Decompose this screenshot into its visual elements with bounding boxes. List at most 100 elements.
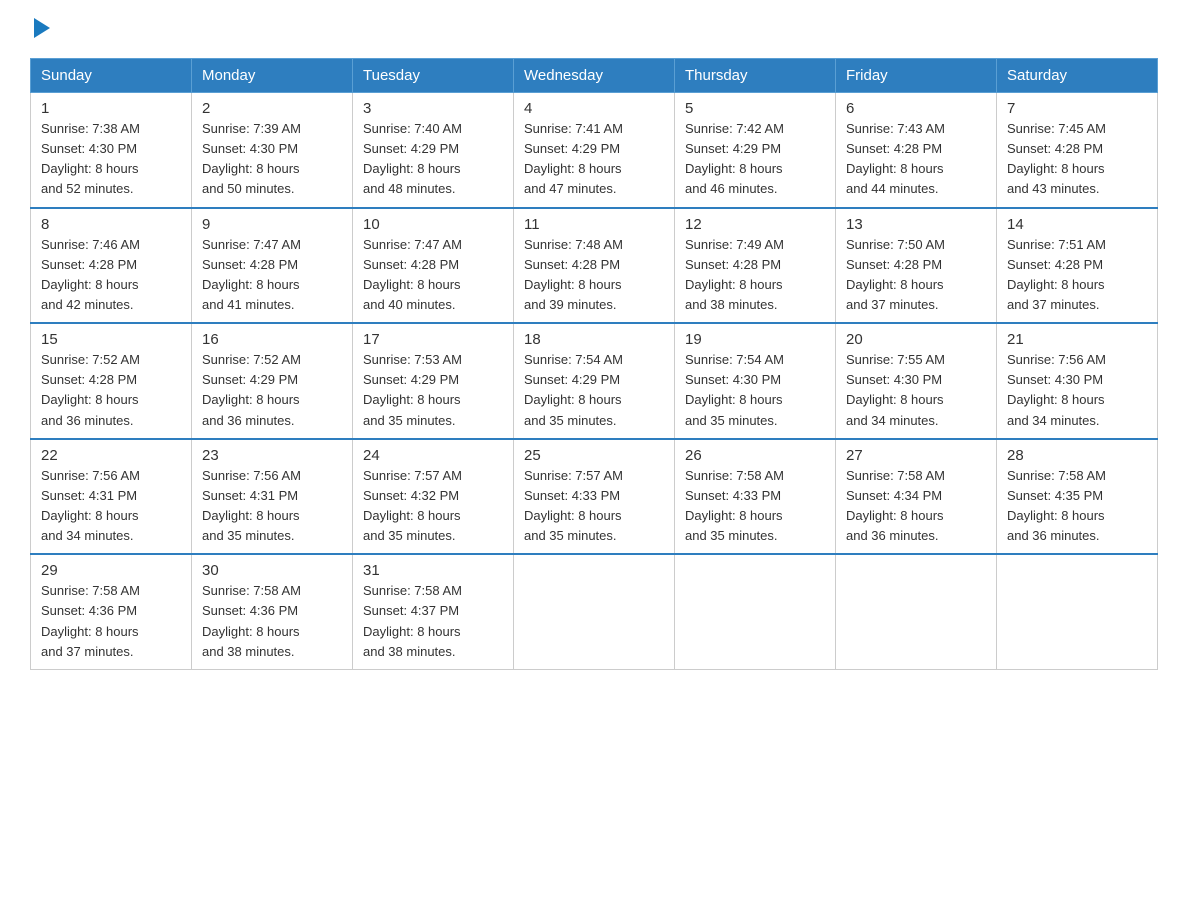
day-number: 26 — [685, 447, 825, 464]
day-cell: 27 Sunrise: 7:58 AM Sunset: 4:34 PM Dayl… — [836, 439, 997, 555]
day-number: 14 — [1007, 216, 1147, 233]
col-header-friday: Friday — [836, 59, 997, 93]
day-info: Sunrise: 7:38 AM Sunset: 4:30 PM Dayligh… — [41, 119, 181, 200]
day-cell: 23 Sunrise: 7:56 AM Sunset: 4:31 PM Dayl… — [192, 439, 353, 555]
logo[interactable] — [30, 20, 50, 40]
day-number: 18 — [524, 331, 664, 348]
day-info: Sunrise: 7:58 AM Sunset: 4:34 PM Dayligh… — [846, 466, 986, 547]
day-info: Sunrise: 7:41 AM Sunset: 4:29 PM Dayligh… — [524, 119, 664, 200]
day-number: 11 — [524, 216, 664, 233]
day-cell: 29 Sunrise: 7:58 AM Sunset: 4:36 PM Dayl… — [31, 554, 192, 669]
day-cell: 18 Sunrise: 7:54 AM Sunset: 4:29 PM Dayl… — [514, 323, 675, 439]
day-number: 31 — [363, 562, 503, 579]
day-info: Sunrise: 7:46 AM Sunset: 4:28 PM Dayligh… — [41, 235, 181, 316]
day-info: Sunrise: 7:47 AM Sunset: 4:28 PM Dayligh… — [363, 235, 503, 316]
day-info: Sunrise: 7:51 AM Sunset: 4:28 PM Dayligh… — [1007, 235, 1147, 316]
day-info: Sunrise: 7:53 AM Sunset: 4:29 PM Dayligh… — [363, 350, 503, 431]
day-info: Sunrise: 7:56 AM Sunset: 4:31 PM Dayligh… — [41, 466, 181, 547]
day-number: 30 — [202, 562, 342, 579]
day-number: 21 — [1007, 331, 1147, 348]
day-cell — [514, 554, 675, 669]
col-header-tuesday: Tuesday — [353, 59, 514, 93]
col-header-saturday: Saturday — [997, 59, 1158, 93]
day-cell: 30 Sunrise: 7:58 AM Sunset: 4:36 PM Dayl… — [192, 554, 353, 669]
day-cell: 31 Sunrise: 7:58 AM Sunset: 4:37 PM Dayl… — [353, 554, 514, 669]
day-number: 22 — [41, 447, 181, 464]
day-number: 6 — [846, 100, 986, 117]
day-cell: 7 Sunrise: 7:45 AM Sunset: 4:28 PM Dayli… — [997, 93, 1158, 208]
day-cell: 6 Sunrise: 7:43 AM Sunset: 4:28 PM Dayli… — [836, 93, 997, 208]
day-number: 7 — [1007, 100, 1147, 117]
day-number: 29 — [41, 562, 181, 579]
day-cell: 24 Sunrise: 7:57 AM Sunset: 4:32 PM Dayl… — [353, 439, 514, 555]
day-number: 15 — [41, 331, 181, 348]
day-info: Sunrise: 7:58 AM Sunset: 4:37 PM Dayligh… — [363, 581, 503, 662]
day-info: Sunrise: 7:52 AM Sunset: 4:28 PM Dayligh… — [41, 350, 181, 431]
day-cell — [836, 554, 997, 669]
day-number: 8 — [41, 216, 181, 233]
day-cell: 16 Sunrise: 7:52 AM Sunset: 4:29 PM Dayl… — [192, 323, 353, 439]
day-number: 20 — [846, 331, 986, 348]
day-number: 16 — [202, 331, 342, 348]
day-cell: 28 Sunrise: 7:58 AM Sunset: 4:35 PM Dayl… — [997, 439, 1158, 555]
day-cell: 14 Sunrise: 7:51 AM Sunset: 4:28 PM Dayl… — [997, 208, 1158, 324]
day-cell: 15 Sunrise: 7:52 AM Sunset: 4:28 PM Dayl… — [31, 323, 192, 439]
day-info: Sunrise: 7:39 AM Sunset: 4:30 PM Dayligh… — [202, 119, 342, 200]
day-cell: 10 Sunrise: 7:47 AM Sunset: 4:28 PM Dayl… — [353, 208, 514, 324]
day-info: Sunrise: 7:58 AM Sunset: 4:36 PM Dayligh… — [41, 581, 181, 662]
day-number: 12 — [685, 216, 825, 233]
day-number: 28 — [1007, 447, 1147, 464]
week-row-4: 22 Sunrise: 7:56 AM Sunset: 4:31 PM Dayl… — [31, 439, 1158, 555]
day-number: 3 — [363, 100, 503, 117]
day-cell: 5 Sunrise: 7:42 AM Sunset: 4:29 PM Dayli… — [675, 93, 836, 208]
day-cell — [675, 554, 836, 669]
day-info: Sunrise: 7:45 AM Sunset: 4:28 PM Dayligh… — [1007, 119, 1147, 200]
day-cell: 4 Sunrise: 7:41 AM Sunset: 4:29 PM Dayli… — [514, 93, 675, 208]
day-info: Sunrise: 7:56 AM Sunset: 4:30 PM Dayligh… — [1007, 350, 1147, 431]
day-cell: 9 Sunrise: 7:47 AM Sunset: 4:28 PM Dayli… — [192, 208, 353, 324]
day-info: Sunrise: 7:43 AM Sunset: 4:28 PM Dayligh… — [846, 119, 986, 200]
day-cell: 1 Sunrise: 7:38 AM Sunset: 4:30 PM Dayli… — [31, 93, 192, 208]
day-number: 13 — [846, 216, 986, 233]
week-row-1: 1 Sunrise: 7:38 AM Sunset: 4:30 PM Dayli… — [31, 93, 1158, 208]
day-info: Sunrise: 7:49 AM Sunset: 4:28 PM Dayligh… — [685, 235, 825, 316]
week-row-5: 29 Sunrise: 7:58 AM Sunset: 4:36 PM Dayl… — [31, 554, 1158, 669]
day-cell: 3 Sunrise: 7:40 AM Sunset: 4:29 PM Dayli… — [353, 93, 514, 208]
day-cell: 22 Sunrise: 7:56 AM Sunset: 4:31 PM Dayl… — [31, 439, 192, 555]
day-number: 4 — [524, 100, 664, 117]
day-info: Sunrise: 7:54 AM Sunset: 4:30 PM Dayligh… — [685, 350, 825, 431]
col-header-monday: Monday — [192, 59, 353, 93]
day-number: 5 — [685, 100, 825, 117]
day-info: Sunrise: 7:48 AM Sunset: 4:28 PM Dayligh… — [524, 235, 664, 316]
col-header-thursday: Thursday — [675, 59, 836, 93]
day-number: 9 — [202, 216, 342, 233]
day-cell: 2 Sunrise: 7:39 AM Sunset: 4:30 PM Dayli… — [192, 93, 353, 208]
day-number: 24 — [363, 447, 503, 464]
week-row-3: 15 Sunrise: 7:52 AM Sunset: 4:28 PM Dayl… — [31, 323, 1158, 439]
day-cell: 19 Sunrise: 7:54 AM Sunset: 4:30 PM Dayl… — [675, 323, 836, 439]
day-info: Sunrise: 7:58 AM Sunset: 4:33 PM Dayligh… — [685, 466, 825, 547]
day-number: 17 — [363, 331, 503, 348]
day-info: Sunrise: 7:40 AM Sunset: 4:29 PM Dayligh… — [363, 119, 503, 200]
day-cell: 26 Sunrise: 7:58 AM Sunset: 4:33 PM Dayl… — [675, 439, 836, 555]
page-header — [30, 20, 1158, 40]
day-info: Sunrise: 7:50 AM Sunset: 4:28 PM Dayligh… — [846, 235, 986, 316]
day-number: 19 — [685, 331, 825, 348]
day-info: Sunrise: 7:47 AM Sunset: 4:28 PM Dayligh… — [202, 235, 342, 316]
calendar-table: SundayMondayTuesdayWednesdayThursdayFrid… — [30, 58, 1158, 670]
day-cell: 13 Sunrise: 7:50 AM Sunset: 4:28 PM Dayl… — [836, 208, 997, 324]
day-info: Sunrise: 7:58 AM Sunset: 4:36 PM Dayligh… — [202, 581, 342, 662]
day-info: Sunrise: 7:42 AM Sunset: 4:29 PM Dayligh… — [685, 119, 825, 200]
col-header-sunday: Sunday — [31, 59, 192, 93]
logo-arrow-icon — [34, 18, 50, 38]
day-info: Sunrise: 7:58 AM Sunset: 4:35 PM Dayligh… — [1007, 466, 1147, 547]
day-number: 2 — [202, 100, 342, 117]
col-header-wednesday: Wednesday — [514, 59, 675, 93]
day-number: 25 — [524, 447, 664, 464]
day-info: Sunrise: 7:57 AM Sunset: 4:32 PM Dayligh… — [363, 466, 503, 547]
day-cell: 8 Sunrise: 7:46 AM Sunset: 4:28 PM Dayli… — [31, 208, 192, 324]
day-info: Sunrise: 7:52 AM Sunset: 4:29 PM Dayligh… — [202, 350, 342, 431]
day-cell: 11 Sunrise: 7:48 AM Sunset: 4:28 PM Dayl… — [514, 208, 675, 324]
week-row-2: 8 Sunrise: 7:46 AM Sunset: 4:28 PM Dayli… — [31, 208, 1158, 324]
day-number: 10 — [363, 216, 503, 233]
